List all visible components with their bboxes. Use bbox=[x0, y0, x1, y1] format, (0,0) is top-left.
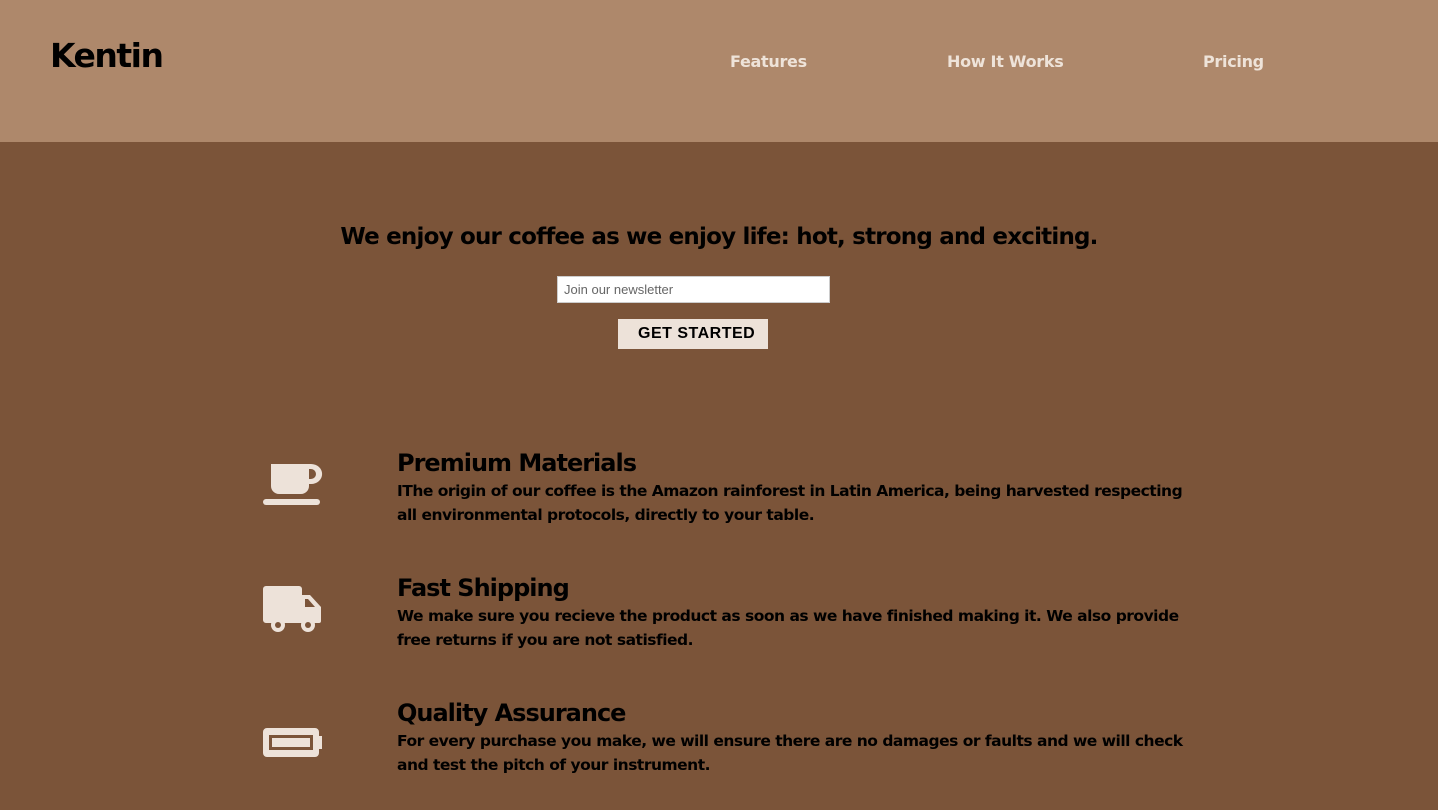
coffee-cup-icon bbox=[263, 464, 323, 505]
truck-icon bbox=[263, 586, 321, 632]
feature-description: We make sure you recieve the product as … bbox=[397, 607, 1179, 649]
site-header: Kentin Features How It Works Pricing bbox=[0, 0, 1438, 142]
newsletter-email-input[interactable] bbox=[557, 276, 830, 303]
feature-description: IThe origin of our coffee is the Amazon … bbox=[397, 482, 1183, 524]
feature-item: Fast Shipping We make sure you recieve t… bbox=[0, 574, 1438, 664]
nav-link-pricing[interactable]: Pricing bbox=[1203, 52, 1264, 71]
feature-item: Premium Materials IThe origin of our cof… bbox=[0, 449, 1438, 539]
nav-link-features[interactable]: Features bbox=[730, 52, 807, 71]
feature-title: Premium Materials bbox=[397, 449, 637, 477]
feature-item: Quality Assurance For every purchase you… bbox=[0, 699, 1438, 789]
logo[interactable]: Kentin bbox=[50, 36, 164, 75]
feature-title: Fast Shipping bbox=[397, 574, 570, 602]
hero-title: We enjoy our coffee as we enjoy life: ho… bbox=[340, 224, 1098, 250]
battery-icon bbox=[263, 728, 322, 757]
feature-title: Quality Assurance bbox=[397, 699, 626, 727]
feature-description: For every purchase you make, we will ens… bbox=[397, 732, 1183, 774]
nav-link-how-it-works[interactable]: How It Works bbox=[947, 52, 1064, 71]
get-started-button[interactable]: GET STARTED bbox=[618, 319, 768, 349]
